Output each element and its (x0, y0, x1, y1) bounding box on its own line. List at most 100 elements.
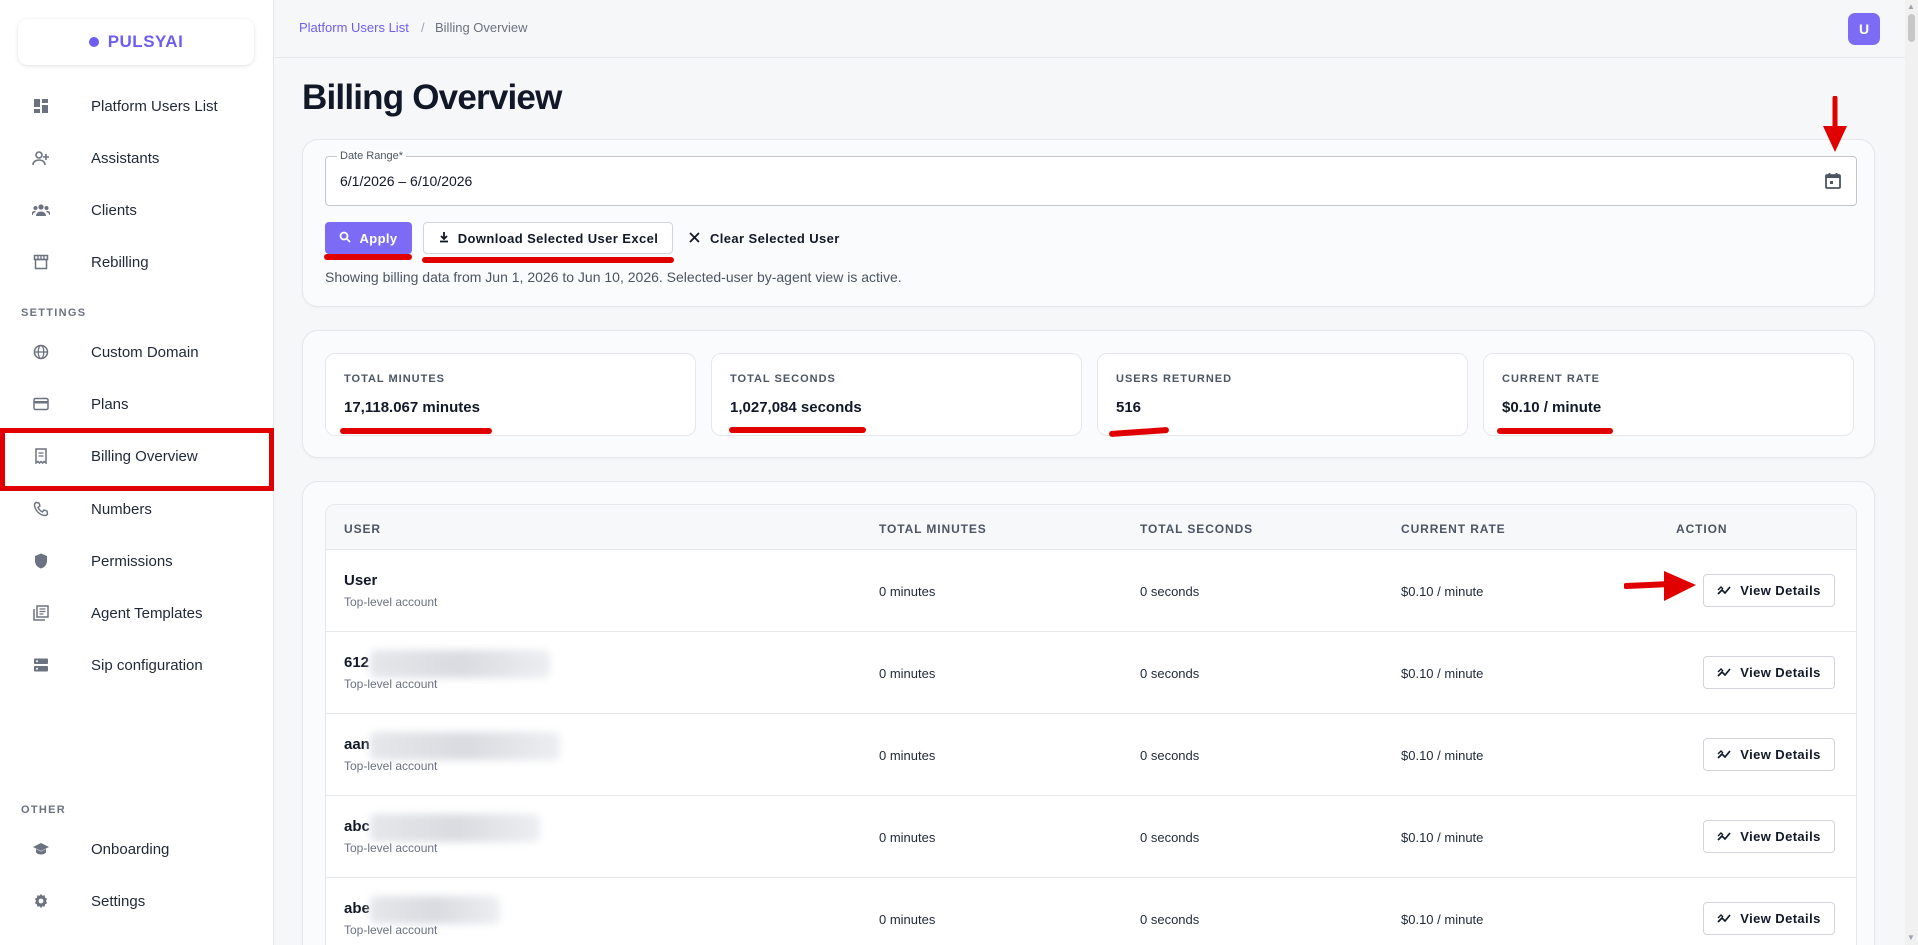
sidebar-item-plans[interactable]: Plans (0, 382, 274, 426)
scrollbar[interactable]: ▲ ▼ (1905, 0, 1918, 945)
date-range-label: Date Range* (337, 150, 406, 162)
view-details-button[interactable]: View Details (1703, 902, 1835, 935)
sidebar-item-label: Onboarding (91, 840, 170, 858)
settings-section-header: SETTINGS (21, 307, 87, 319)
annotation-arrow-right-icon (1624, 571, 1696, 601)
view-details-button[interactable]: View Details (1703, 820, 1835, 853)
sidebar-item-numbers[interactable]: Numbers (0, 487, 274, 531)
credit-card-icon (32, 395, 50, 413)
globe-icon (32, 343, 50, 361)
sidebar-item-label: Plans (91, 395, 129, 413)
table-row: 612 Top-level account 0 minutes 0 second… (326, 632, 1856, 714)
trend-icon (1717, 665, 1731, 680)
brand-logo[interactable]: PULSYAI (18, 19, 254, 65)
sidebar-item-sip-configuration[interactable]: Sip configuration (0, 643, 274, 687)
date-range-field[interactable]: Date Range* 6/1/2026 – 6/10/2026 (325, 150, 1857, 206)
date-range-value[interactable]: 6/1/2026 – 6/10/2026 (340, 173, 472, 189)
column-header-action: ACTION (1676, 522, 1728, 536)
sidebar-item-agent-templates[interactable]: Agent Templates (0, 591, 274, 635)
breadcrumb-current: Billing Overview (435, 20, 528, 35)
sidebar-item-onboarding[interactable]: Onboarding (0, 827, 274, 871)
filter-status-text: Showing billing data from Jun 1, 2026 to… (325, 269, 902, 285)
row-total-minutes: 0 minutes (879, 748, 936, 763)
user-account-type: Top-level account (344, 759, 438, 773)
stat-total-minutes: TOTAL MINUTES 17,118.067 minutes (325, 353, 696, 436)
sidebar-item-label: Sip configuration (91, 656, 203, 674)
filter-card: Date Range* 6/1/2026 – 6/10/2026 Apply D… (302, 139, 1875, 307)
sidebar: PULSYAI Platform Users List Assistants C… (0, 0, 274, 945)
annotation-underline-apply (324, 254, 412, 260)
user-name: User (344, 572, 378, 589)
sidebar-item-clients[interactable]: Clients (0, 188, 274, 232)
storage-icon (32, 656, 50, 674)
group-icon (32, 201, 50, 219)
clear-selected-user-button[interactable]: Clear Selected User (689, 222, 840, 254)
sidebar-item-label: Rebilling (91, 253, 149, 271)
annotation-underline-download (422, 257, 674, 263)
download-excel-button[interactable]: Download Selected User Excel (423, 222, 673, 254)
table-card: USER TOTAL MINUTES TOTAL SECONDS CURRENT… (302, 481, 1875, 945)
column-header-user: USER (344, 522, 381, 536)
breadcrumb-link[interactable]: Platform Users List (299, 20, 409, 35)
stat-label: TOTAL MINUTES (344, 373, 445, 385)
user-name: abc (344, 818, 370, 835)
annotation-underline-seconds (729, 427, 866, 433)
download-icon (438, 231, 450, 246)
sidebar-item-label: Platform Users List (91, 97, 218, 115)
column-header-current-rate: CURRENT RATE (1401, 522, 1506, 536)
sidebar-item-custom-domain[interactable]: Custom Domain (0, 330, 274, 374)
annotation-highlight-box (0, 428, 274, 491)
scroll-down-icon[interactable]: ▼ (1907, 933, 1915, 942)
phone-icon (32, 500, 50, 518)
annotation-arrow-down-icon (1823, 96, 1847, 152)
table-header: USER TOTAL MINUTES TOTAL SECONDS CURRENT… (326, 505, 1856, 550)
row-total-minutes: 0 minutes (879, 912, 936, 927)
sidebar-item-platform-users[interactable]: Platform Users List (0, 84, 274, 128)
trend-icon (1717, 747, 1731, 762)
sidebar-item-settings[interactable]: Settings (0, 879, 274, 923)
sidebar-item-label: Permissions (91, 552, 173, 570)
row-total-seconds: 0 seconds (1140, 830, 1200, 845)
sidebar-item-label: Numbers (91, 500, 152, 518)
sidebar-item-label: Settings (91, 892, 146, 910)
user-account-type: Top-level account (344, 677, 438, 691)
sidebar-item-permissions[interactable]: Permissions (0, 539, 274, 583)
table-row: aan Top-level account 0 minutes 0 second… (326, 714, 1856, 796)
view-details-button[interactable]: View Details (1703, 574, 1835, 607)
view-details-button[interactable]: View Details (1703, 656, 1835, 689)
avatar[interactable]: U (1848, 13, 1880, 45)
stat-value: $0.10 / minute (1502, 399, 1602, 416)
calendar-icon[interactable] (1822, 170, 1844, 192)
sidebar-item-label: Assistants (91, 149, 160, 167)
row-total-minutes: 0 minutes (879, 584, 936, 599)
apply-label: Apply (359, 230, 398, 246)
row-total-minutes: 0 minutes (879, 666, 936, 681)
view-details-button[interactable]: View Details (1703, 738, 1835, 771)
stat-value: 17,118.067 minutes (344, 399, 480, 416)
redacted-name-blur (370, 814, 540, 842)
stats-card: TOTAL MINUTES 17,118.067 minutes TOTAL S… (302, 330, 1875, 458)
sidebar-item-label: Clients (91, 201, 137, 219)
top-bar: Platform Users List / Billing Overview U (275, 0, 1905, 58)
apply-button[interactable]: Apply (325, 222, 412, 254)
row-current-rate: $0.10 / minute (1401, 666, 1484, 681)
sidebar-item-label: Agent Templates (91, 604, 203, 622)
shield-icon (32, 552, 50, 570)
scroll-up-icon[interactable]: ▲ (1907, 2, 1915, 11)
search-icon (339, 231, 352, 246)
column-header-total-seconds: TOTAL SECONDS (1140, 522, 1254, 536)
scroll-thumb[interactable] (1908, 14, 1915, 42)
row-total-seconds: 0 seconds (1140, 666, 1200, 681)
breadcrumb-separator: / (421, 20, 425, 35)
sidebar-item-rebilling[interactable]: Rebilling (0, 240, 274, 284)
user-account-type: Top-level account (344, 841, 438, 855)
user-account-type: Top-level account (344, 923, 438, 937)
annotation-underline-minutes (340, 428, 492, 434)
view-details-label: View Details (1740, 665, 1821, 680)
brand-dot-icon (88, 37, 99, 47)
sidebar-item-label: Custom Domain (91, 343, 199, 361)
row-current-rate: $0.10 / minute (1401, 912, 1484, 927)
gear-icon (32, 892, 50, 910)
sidebar-item-assistants[interactable]: Assistants (0, 136, 274, 180)
user-account-type: Top-level account (344, 595, 438, 609)
